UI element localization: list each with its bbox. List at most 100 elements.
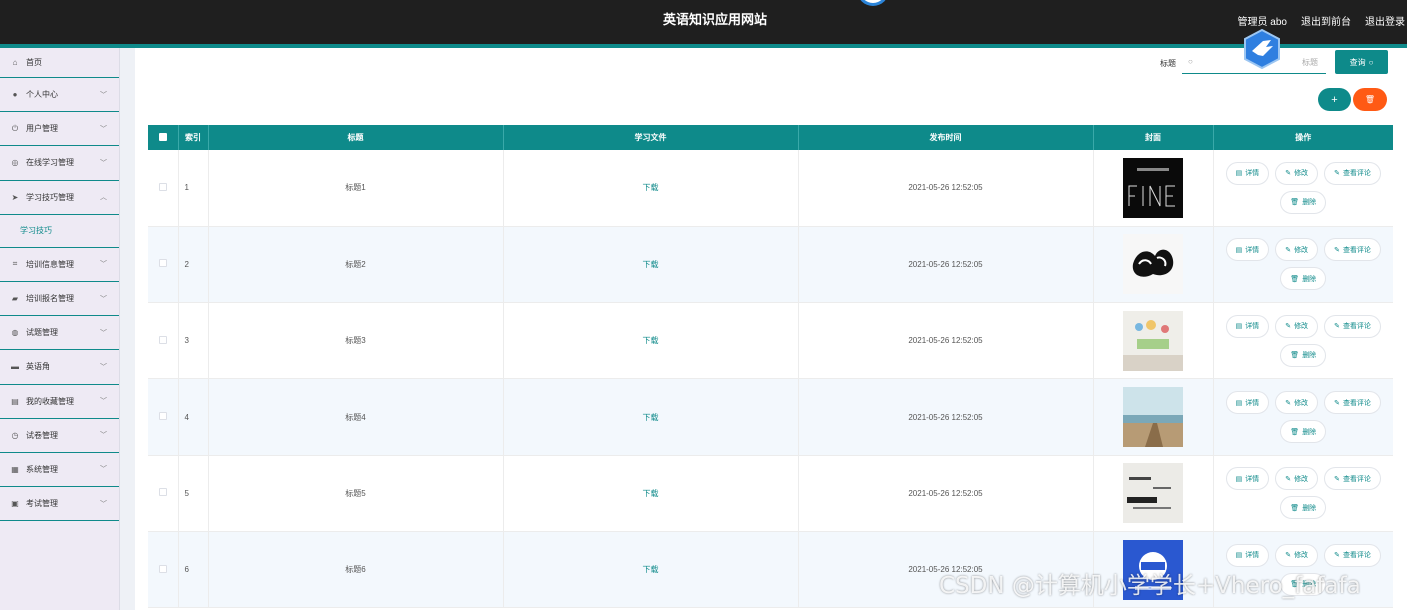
row-checkbox[interactable] <box>158 182 167 191</box>
sidebar-item-home[interactable]: ⌂ 首页 <box>0 48 119 78</box>
delete-button[interactable]: 🗑 删除 <box>1280 496 1327 520</box>
search-button[interactable]: 查询 ○ <box>1335 50 1388 74</box>
sidebar-item-label: 试卷管理 <box>26 430 58 440</box>
table-row[interactable]: 4 标题4 下载 2021-05-26 12:52:05 ▤ 详情 ✎ 修改 ✎ 查看评论 🗑 删除 <box>148 378 1393 456</box>
detail-button[interactable]: ▤ 详情 <box>1225 391 1270 415</box>
row-checkbox[interactable] <box>158 412 167 421</box>
chevron-down-icon: ﹀ <box>100 432 107 440</box>
sidebar-item-questions[interactable]: ◍ 试题管理 ﹀ <box>0 316 119 351</box>
view-comments-button[interactable]: ✎ 查看评论 <box>1324 391 1381 415</box>
sidebar-item-training-signup[interactable]: ▰ 培训报名管理 ﹀ <box>0 282 119 317</box>
view-comments-button[interactable]: ✎ 查看评论 <box>1324 161 1381 185</box>
row-checkbox[interactable] <box>158 259 167 268</box>
logout-link[interactable]: 退出登录 <box>1365 13 1405 28</box>
detail-button[interactable]: ▤ 详情 <box>1225 467 1270 491</box>
sidebar-item-label: 培训信息管理 <box>26 259 74 269</box>
detail-label: 详情 <box>1245 323 1260 331</box>
row-title: 标题5 <box>208 455 504 532</box>
sidebar-item-label: 学习技巧管理 <box>26 192 74 202</box>
row-actions-cell: ▤ 详情 ✎ 修改 ✎ 查看评论 🗑 删除 <box>1213 455 1393 532</box>
download-link[interactable]: 下载 <box>643 413 659 422</box>
row-actions-cell: ▤ 详情 ✎ 修改 ✎ 查看评论 🗑 删除 <box>1213 150 1393 227</box>
row-title: 标题4 <box>208 378 504 456</box>
sidebar-item-training-info[interactable]: ⌗ 培训信息管理 ﹀ <box>0 248 119 282</box>
row-index: 4 <box>178 378 209 456</box>
cover-image <box>1123 387 1183 448</box>
message-icon: ▰ <box>11 294 19 304</box>
sidebar-item-english-corner[interactable]: ▬ 英语角 ﹀ <box>0 350 119 385</box>
delete-button[interactable]: 🗑 删除 <box>1280 343 1327 367</box>
sidebar-subitem-study-tips[interactable]: 学习技巧 <box>0 214 119 248</box>
download-link[interactable]: 下载 <box>643 183 659 192</box>
row-title: 标题6 <box>208 531 504 609</box>
table-row[interactable]: 1 标题1 下载 2021-05-26 12:52:05 ▤ 详情 ✎ 修改 ✎ 查看评论 🗑 删除 <box>148 150 1393 227</box>
row-index: 1 <box>178 150 209 227</box>
download-link[interactable]: 下载 <box>643 260 659 269</box>
row-select-cell <box>148 226 179 304</box>
row-actions-cell: ▤ 详情 ✎ 修改 ✎ 查看评论 🗑 删除 <box>1213 302 1393 380</box>
edit-button[interactable]: ✎ 修改 <box>1275 467 1319 491</box>
batch-delete-button[interactable]: 🗑 <box>1353 88 1387 111</box>
sidebar-item-system[interactable]: ▦ 系统管理 ﹀ <box>0 453 119 488</box>
edit-icon: ✎ <box>1285 246 1292 254</box>
sidebar-item-personal-center[interactable]: ● 个人中心 ﹀ <box>0 78 119 113</box>
sidebar-item-exams[interactable]: ▣ 考试管理 ﹀ <box>0 487 119 522</box>
row-index: 5 <box>178 455 209 532</box>
download-link[interactable]: 下载 <box>643 565 659 574</box>
row-checkbox[interactable] <box>158 564 167 573</box>
detail-button[interactable]: ▤ 详情 <box>1225 238 1270 262</box>
row-file-cell: 下载 <box>503 531 799 609</box>
row-select-cell <box>148 302 179 380</box>
row-actions: ▤ 详情 ✎ 修改 ✎ 查看评论 🗑 删除 <box>1214 238 1394 291</box>
sidebar-item-favorites[interactable]: ▤ 我的收藏管理 ﹀ <box>0 385 119 419</box>
edit-button[interactable]: ✎ 修改 <box>1275 314 1319 338</box>
sidebar-item-label: 个人中心 <box>26 90 58 100</box>
clipboard-icon: ▣ <box>11 499 19 509</box>
delete-button[interactable]: 🗑 删除 <box>1280 267 1327 291</box>
row-checkbox[interactable] <box>158 488 167 497</box>
edit-button[interactable]: ✎ 修改 <box>1275 543 1319 567</box>
detail-button[interactable]: ▤ 详情 <box>1225 543 1270 567</box>
cover-image <box>1123 157 1183 218</box>
delete-label: 删除 <box>1302 352 1317 360</box>
search-icon: ○ <box>1368 57 1374 67</box>
sidebar-item-user-management[interactable]: ⏻ 用户管理 ﹀ <box>0 112 119 147</box>
sidebar-item-label: 首页 <box>26 58 42 67</box>
edit-button[interactable]: ✎ 修改 <box>1275 238 1319 262</box>
delete-button[interactable]: 🗑 删除 <box>1280 190 1327 214</box>
select-all-checkbox[interactable] <box>158 132 167 141</box>
view-comments-button[interactable]: ✎ 查看评论 <box>1324 314 1381 338</box>
detail-button[interactable]: ▤ 详情 <box>1225 161 1270 185</box>
add-button[interactable]: + <box>1318 88 1351 111</box>
edit-label: 修改 <box>1294 552 1309 560</box>
view-comments-button[interactable]: ✎ 查看评论 <box>1324 238 1381 262</box>
table-row[interactable]: 3 标题3 下载 2021-05-26 12:52:05 ▤ 详情 ✎ 修改 ✎ 查看评论 🗑 删除 <box>148 302 1393 380</box>
sidebar-item-label: 考试管理 <box>26 499 58 509</box>
trash-icon: 🗑 <box>1290 275 1300 283</box>
row-select-cell <box>148 531 179 609</box>
row-file-cell: 下载 <box>503 455 799 532</box>
watermark: CSDN @计算机小学学长+Vhero_fafafa <box>939 573 1361 599</box>
row-checkbox[interactable] <box>158 335 167 344</box>
table-row[interactable]: 5 标题5 下载 2021-05-26 12:52:05 ▤ 详情 ✎ 修改 ✎ 查看评论 🗑 删除 <box>148 455 1393 532</box>
compass-icon: ◎ <box>11 158 19 168</box>
row-file-cell: 下载 <box>503 226 799 304</box>
edit-button[interactable]: ✎ 修改 <box>1275 161 1319 185</box>
download-link[interactable]: 下载 <box>643 336 659 345</box>
sidebar-item-study-tips-management[interactable]: ➤ 学习技巧管理 ︿ <box>0 181 119 215</box>
view-comments-button[interactable]: ✎ 查看评论 <box>1324 543 1381 567</box>
power-icon: ⏻ <box>11 123 19 133</box>
row-publish-time: 2021-05-26 12:52:05 <box>798 302 1094 380</box>
view-comments-button[interactable]: ✎ 查看评论 <box>1324 467 1381 491</box>
sidebar-item-label: 英语角 <box>26 362 50 372</box>
sidebar-item-online-learning[interactable]: ◎ 在线学习管理 ﹀ <box>0 146 119 181</box>
edit-button[interactable]: ✎ 修改 <box>1275 391 1319 415</box>
download-link[interactable]: 下载 <box>643 489 659 498</box>
cover-image <box>1123 463 1183 524</box>
delete-button[interactable]: 🗑 删除 <box>1280 420 1327 444</box>
table-row[interactable]: 2 标题2 下载 2021-05-26 12:52:05 ▤ 详情 ✎ 修改 ✎ 查看评论 🗑 删除 <box>148 226 1394 304</box>
sidebar-item-papers[interactable]: ◷ 试卷管理 ﹀ <box>0 419 119 453</box>
detail-button[interactable]: ▤ 详情 <box>1225 314 1270 338</box>
top-bar: 英语知识应用网站 管理员 abo 退出到前台 退出登录 <box>0 0 1407 44</box>
back-to-frontend-link[interactable]: 退出到前台 <box>1301 13 1351 28</box>
